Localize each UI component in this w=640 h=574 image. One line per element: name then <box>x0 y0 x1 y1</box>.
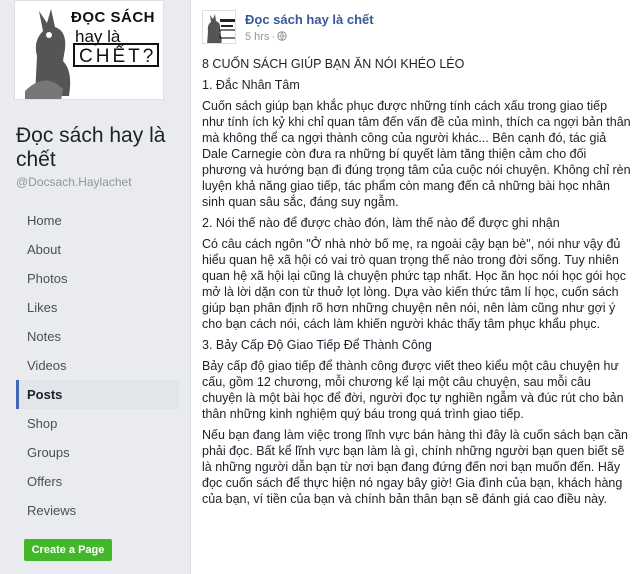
post-paragraph: Nếu bạn đang làm việc trong lĩnh vực bán… <box>202 428 629 506</box>
left-column: ĐỌC SÁCH hay là CHẾT? Đọc sách hay là ch… <box>0 0 190 574</box>
donkey-avatar-icon <box>203 11 235 43</box>
page-profile-picture[interactable]: ĐỌC SÁCH hay là CHẾT? <box>14 0 164 100</box>
post-timestamp[interactable]: 5 hrs <box>245 31 269 43</box>
nav-item-photos[interactable]: Photos <box>16 264 179 293</box>
page-navigation: Home About Photos Likes Notes Videos Posts Shop… <box>16 206 179 525</box>
post-timestamp-row: 5 hrs · <box>245 31 287 43</box>
post-paragraph: 8 CUỐN SÁCH GIÚP BẠN ĂN NÓI KHÉO LÉO <box>202 57 465 71</box>
globe-icon <box>277 31 287 41</box>
post-author-name[interactable]: Đọc sách hay là chết <box>245 12 374 27</box>
post-paragraph: 2. Nói thế nào để được chào đón, làm thế… <box>202 216 560 230</box>
post-card: Đọc sách hay là chết 5 hrs · 8 CUỐN SÁCH … <box>190 0 640 574</box>
create-page-button[interactable]: Create a Page <box>24 539 112 561</box>
nav-item-about[interactable]: About <box>16 235 179 264</box>
nav-item-posts[interactable]: Posts <box>16 380 179 409</box>
nav-item-reviews[interactable]: Reviews <box>16 496 179 525</box>
logo-line-1: ĐỌC SÁCH <box>71 9 156 26</box>
page-username: @Docsach.Haylachet <box>16 175 132 189</box>
post-paragraph: 3. Bảy Cấp Độ Giao Tiếp Để Thành Công <box>202 338 432 352</box>
page-title[interactable]: Đọc sách hay là chết <box>16 124 188 172</box>
post-paragraph: 1. Đắc Nhân Tâm <box>202 78 300 92</box>
post-paragraph: Có câu cách ngôn "Ở nhà nhờ bố mẹ, ra ng… <box>202 237 626 331</box>
nav-item-notes[interactable]: Notes <box>16 322 179 351</box>
nav-item-home[interactable]: Home <box>16 206 179 235</box>
post-author-avatar[interactable] <box>202 10 236 44</box>
time-separator: · <box>271 31 276 43</box>
nav-item-likes[interactable]: Likes <box>16 293 179 322</box>
post-paragraph: Cuốn sách giúp bạn khắc phục được những … <box>202 99 631 209</box>
post-paragraph: Bảy cấp độ giao tiếp để thành công được … <box>202 359 624 421</box>
nav-item-groups[interactable]: Groups <box>16 438 179 467</box>
post-text: 8 CUỐN SÁCH GIÚP BẠN ĂN NÓI KHÉO LÉO 1. Đ… <box>202 56 632 512</box>
nav-item-shop[interactable]: Shop <box>16 409 179 438</box>
nav-item-videos[interactable]: Videos <box>16 351 179 380</box>
nav-item-offers[interactable]: Offers <box>16 467 179 496</box>
logo-line-3: CHẾT? <box>79 46 157 67</box>
